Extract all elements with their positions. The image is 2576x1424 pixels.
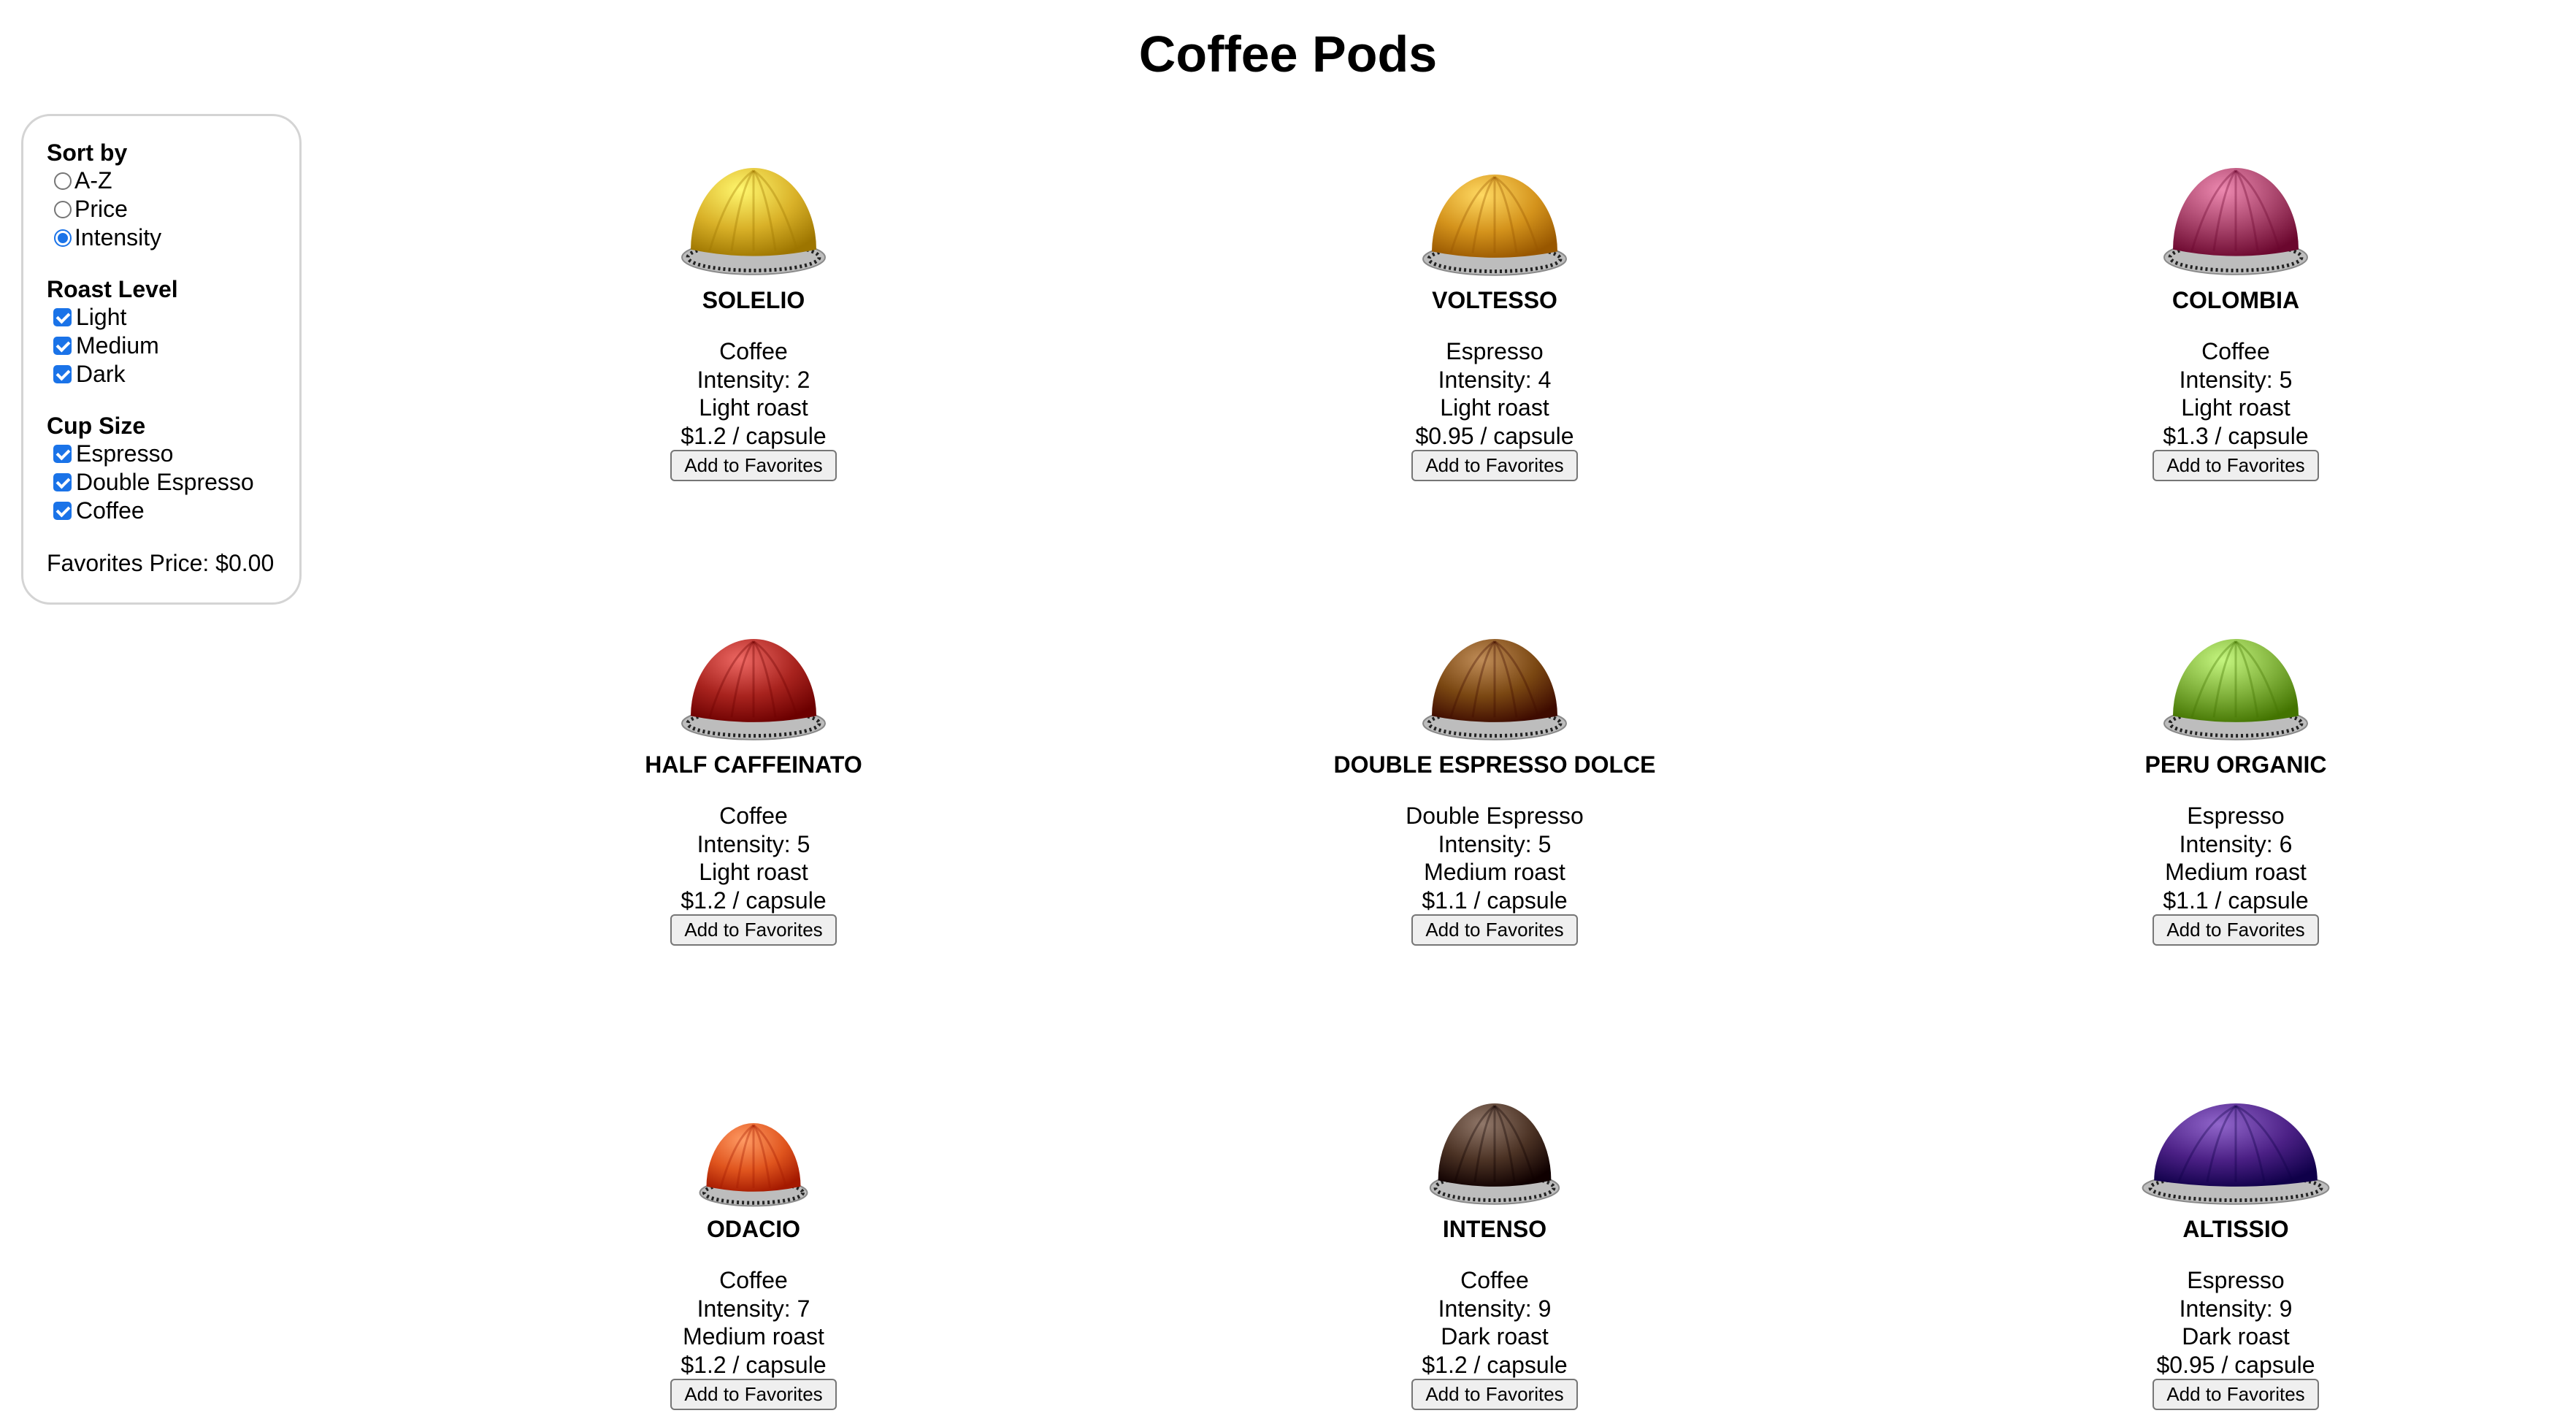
product-name: COLOMBIA bbox=[2171, 287, 2300, 313]
product-price: $1.1 / capsule bbox=[1422, 887, 1568, 914]
product-cup-size: Coffee bbox=[719, 1267, 788, 1293]
double-espresso-dolce-capsule-icon bbox=[1422, 627, 1568, 751]
product-price: $0.95 / capsule bbox=[1415, 422, 1574, 449]
product-roast: Medium roast bbox=[2165, 859, 2307, 885]
product-name: SOLELIO bbox=[702, 287, 805, 313]
product-roast: Dark roast bbox=[1441, 1323, 1549, 1350]
product-grid: SOLELIO Coffee Intensity: 2 Light roast … bbox=[0, 0, 2576, 1424]
voltesso-capsule-icon bbox=[1422, 162, 1568, 286]
product-name: ODACIO bbox=[707, 1216, 800, 1242]
product-cup-size: Espresso bbox=[2187, 1267, 2285, 1293]
product-name: DOUBLE ESPRESSO DOLCE bbox=[1333, 751, 1656, 778]
product-intensity: Intensity: 5 bbox=[697, 830, 810, 857]
altissio-capsule-icon bbox=[2141, 1091, 2331, 1215]
product-roast: Light roast bbox=[699, 859, 808, 885]
add-to-favorites-button[interactable]: Add to Favorites bbox=[670, 1379, 837, 1410]
product-price: $0.95 / capsule bbox=[2156, 1351, 2315, 1378]
add-to-favorites-button[interactable]: Add to Favorites bbox=[2153, 1379, 2319, 1410]
product-details: Coffee Intensity: 2 Light roast $1.2 / c… bbox=[425, 337, 1082, 450]
product-details: Coffee Intensity: 7 Medium roast $1.2 / … bbox=[425, 1266, 1082, 1379]
product-price: $1.2 / capsule bbox=[681, 887, 827, 914]
solelio-capsule-icon bbox=[681, 155, 827, 286]
product-details: Espresso Intensity: 6 Medium roast $1.1 … bbox=[1907, 802, 2564, 914]
product-intensity: Intensity: 9 bbox=[1438, 1295, 1552, 1322]
product-roast: Light roast bbox=[1440, 394, 1549, 421]
product-details: Coffee Intensity: 5 Light roast $1.3 / c… bbox=[1907, 337, 2564, 450]
product-roast: Dark roast bbox=[2182, 1323, 2290, 1350]
product-cup-size: Coffee bbox=[719, 803, 788, 829]
product-roast: Light roast bbox=[699, 394, 808, 421]
product-intensity: Intensity: 4 bbox=[1438, 366, 1552, 393]
add-to-favorites-button[interactable]: Add to Favorites bbox=[670, 914, 837, 946]
product-price: $1.3 / capsule bbox=[2163, 422, 2309, 449]
odacio-capsule-icon bbox=[699, 1113, 808, 1215]
product-details: Espresso Intensity: 9 Dark roast $0.95 /… bbox=[1907, 1266, 2564, 1379]
product-intensity: Intensity: 5 bbox=[1438, 830, 1552, 857]
product-details: Coffee Intensity: 9 Dark roast $1.2 / ca… bbox=[1166, 1266, 1823, 1379]
add-to-favorites-button[interactable]: Add to Favorites bbox=[2153, 914, 2319, 946]
product-name: ALTISSIO bbox=[2182, 1216, 2289, 1242]
product-price: $1.2 / capsule bbox=[681, 1351, 827, 1378]
product-cup-size: Double Espresso bbox=[1406, 803, 1584, 829]
product-roast: Light roast bbox=[2181, 394, 2291, 421]
add-to-favorites-button[interactable]: Add to Favorites bbox=[670, 450, 837, 481]
product-intensity: Intensity: 6 bbox=[2179, 830, 2293, 857]
product-cup-size: Coffee bbox=[719, 338, 788, 364]
peru-organic-capsule-icon bbox=[2163, 627, 2309, 751]
add-to-favorites-button[interactable]: Add to Favorites bbox=[1411, 1379, 1578, 1410]
product-name: VOLTESSO bbox=[1432, 287, 1557, 313]
product-name: HALF CAFFEINATO bbox=[645, 751, 862, 778]
product-price: $1.2 / capsule bbox=[681, 422, 827, 449]
product-cup-size: Coffee bbox=[2201, 338, 2270, 364]
add-to-favorites-button[interactable]: Add to Favorites bbox=[2153, 450, 2319, 481]
product-cup-size: Coffee bbox=[1460, 1267, 1529, 1293]
product-details: Espresso Intensity: 4 Light roast $0.95 … bbox=[1166, 337, 1823, 450]
product-roast: Medium roast bbox=[1424, 859, 1565, 885]
product-price: $1.2 / capsule bbox=[1422, 1351, 1568, 1378]
product-intensity: Intensity: 2 bbox=[697, 366, 810, 393]
product-name: INTENSO bbox=[1442, 1216, 1547, 1242]
product-intensity: Intensity: 9 bbox=[2179, 1295, 2293, 1322]
half-caffeinato-capsule-icon bbox=[681, 627, 827, 751]
colombia-capsule-icon bbox=[2163, 155, 2309, 286]
product-details: Double Espresso Intensity: 5 Medium roas… bbox=[1166, 802, 1823, 914]
product-intensity: Intensity: 7 bbox=[697, 1295, 810, 1322]
product-cup-size: Espresso bbox=[2187, 803, 2285, 829]
product-intensity: Intensity: 5 bbox=[2179, 366, 2293, 393]
add-to-favorites-button[interactable]: Add to Favorites bbox=[1411, 450, 1578, 481]
intenso-capsule-icon bbox=[1429, 1091, 1560, 1215]
product-price: $1.1 / capsule bbox=[2163, 887, 2309, 914]
product-details: Coffee Intensity: 5 Light roast $1.2 / c… bbox=[425, 802, 1082, 914]
product-cup-size: Espresso bbox=[1446, 338, 1544, 364]
product-name: PERU ORGANIC bbox=[2144, 751, 2327, 778]
add-to-favorites-button[interactable]: Add to Favorites bbox=[1411, 914, 1578, 946]
product-roast: Medium roast bbox=[683, 1323, 824, 1350]
